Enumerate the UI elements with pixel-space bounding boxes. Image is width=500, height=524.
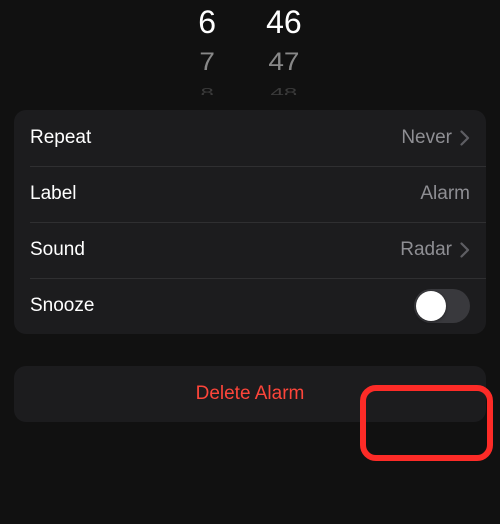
sound-label: Sound (30, 239, 85, 261)
minute-wheel[interactable]: 46 47 48 (266, 2, 302, 95)
toggle-knob (416, 291, 446, 321)
repeat-label: Repeat (30, 127, 91, 149)
label-row[interactable]: Label Alarm (14, 166, 486, 222)
minute-next2: 48 (271, 87, 298, 96)
sound-value: Radar (400, 239, 452, 261)
chevron-right-icon (460, 130, 470, 146)
hour-next: 7 (199, 44, 215, 80)
delete-alarm-label: Delete Alarm (196, 383, 305, 405)
hour-next2: 8 (201, 87, 214, 96)
hour-wheel[interactable]: 6 7 8 (198, 2, 216, 95)
delete-alarm-button[interactable]: Delete Alarm (14, 366, 486, 422)
repeat-value: Never (401, 127, 452, 149)
snooze-label: Snooze (30, 295, 94, 317)
label-value: Alarm (420, 183, 470, 205)
minute-value: 46 (266, 2, 302, 42)
label-label: Label (30, 183, 77, 205)
snooze-toggle[interactable] (414, 289, 470, 323)
sound-row[interactable]: Sound Radar (14, 222, 486, 278)
hour-value: 6 (198, 2, 216, 42)
alarm-settings-card: Repeat Never Label Alarm Sound Radar Sno… (14, 110, 486, 334)
time-picker[interactable]: 6 7 8 46 47 48 (0, 0, 500, 95)
snooze-row: Snooze (14, 278, 486, 334)
minute-next: 47 (268, 44, 299, 80)
chevron-right-icon (460, 242, 470, 258)
repeat-row[interactable]: Repeat Never (14, 110, 486, 166)
